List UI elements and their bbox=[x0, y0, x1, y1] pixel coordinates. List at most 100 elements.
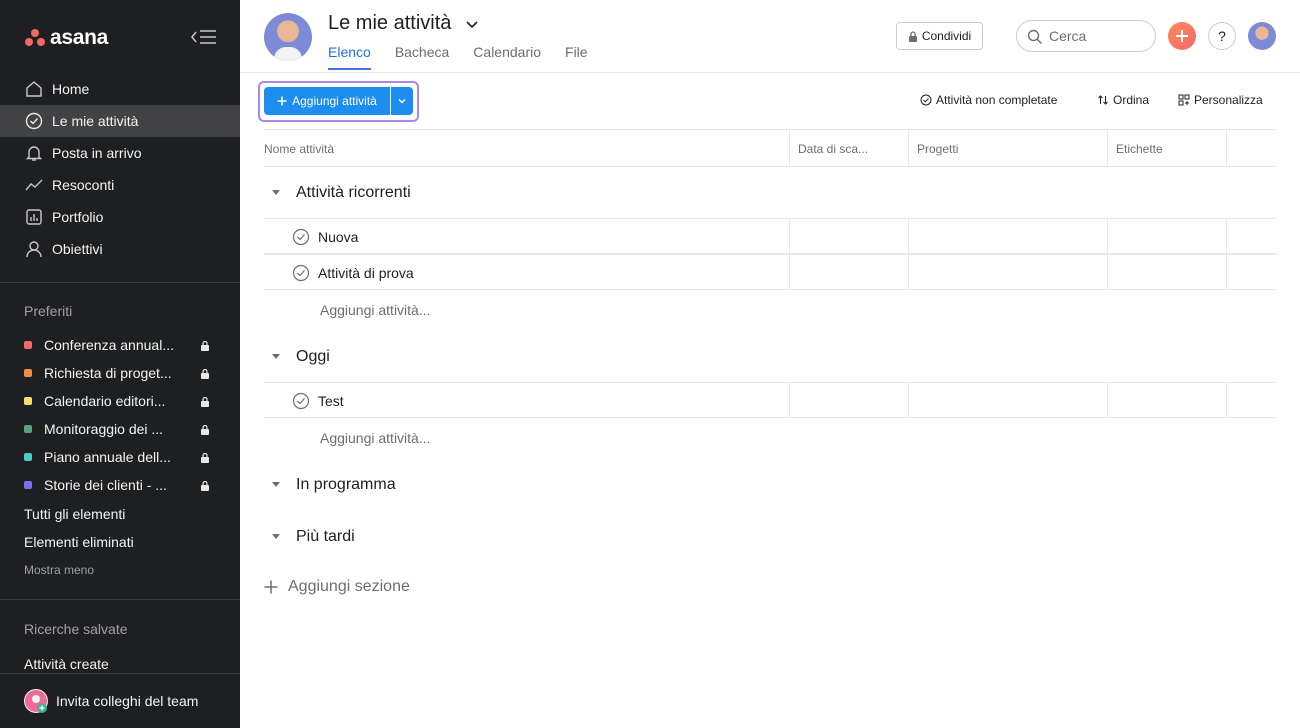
project-color-dot bbox=[24, 425, 32, 433]
projects-cell[interactable] bbox=[908, 383, 909, 418]
view-tabs: Elenco Bacheca Calendario File bbox=[328, 44, 612, 70]
deleted-items-link[interactable]: Elementi eliminati bbox=[24, 534, 134, 550]
favorites-heading: Preferiti bbox=[24, 303, 73, 319]
share-button[interactable]: Condividi bbox=[896, 22, 983, 50]
saved-search-item[interactable]: Attività create bbox=[24, 656, 109, 672]
triangle-down-icon[interactable] bbox=[264, 481, 288, 489]
favorite-project[interactable]: Conferenza annual... bbox=[0, 331, 240, 359]
tab-calendar[interactable]: Calendario bbox=[473, 44, 541, 70]
help-button[interactable]: ? bbox=[1208, 22, 1236, 50]
filter-label: Attività non completate bbox=[936, 93, 1058, 107]
all-items-link[interactable]: Tutti gli elementi bbox=[24, 506, 125, 522]
favorite-project[interactable]: Piano annuale dell... bbox=[0, 443, 240, 471]
due-date-cell[interactable] bbox=[789, 383, 790, 418]
column-header-due-date[interactable]: Data di sca... bbox=[789, 130, 908, 167]
tab-list[interactable]: Elenco bbox=[328, 44, 371, 70]
favorite-project[interactable]: Calendario editori... bbox=[0, 387, 240, 415]
projects-cell[interactable] bbox=[908, 255, 909, 290]
collapse-sidebar-icon[interactable] bbox=[190, 26, 218, 48]
column-header-task-name[interactable]: Nome attività bbox=[264, 130, 789, 167]
chevron-down-icon bbox=[398, 99, 406, 104]
invite-label: Invita colleghi del team bbox=[56, 693, 199, 709]
triangle-down-icon[interactable] bbox=[264, 533, 288, 541]
sidebar-nav: Home Le mie attività Posta in arrivo Res… bbox=[0, 73, 240, 265]
sidebar-item-my-tasks[interactable]: Le mie attività bbox=[0, 105, 240, 137]
asana-logo[interactable]: asana bbox=[24, 26, 108, 50]
sort-label: Ordina bbox=[1113, 93, 1150, 107]
invite-team-button[interactable]: Invita colleghi del team bbox=[0, 673, 240, 728]
filter-incomplete-button[interactable]: Attività non completate bbox=[920, 93, 1057, 107]
lock-icon bbox=[201, 453, 209, 463]
column-header-projects[interactable]: Progetti bbox=[908, 130, 1107, 167]
favorite-project[interactable]: Storie dei clienti - ... bbox=[0, 471, 240, 499]
projects-cell[interactable] bbox=[908, 219, 909, 254]
search-input[interactable]: Cerca bbox=[1016, 20, 1156, 52]
column-header-tags[interactable]: Etichette bbox=[1107, 130, 1226, 167]
tags-cell[interactable] bbox=[1107, 255, 1108, 290]
triangle-down-icon[interactable] bbox=[264, 189, 288, 197]
triangle-down-icon[interactable] bbox=[264, 353, 288, 361]
chart-line-icon bbox=[24, 175, 44, 195]
section-header[interactable]: Oggi bbox=[264, 348, 330, 366]
tags-cell[interactable] bbox=[1107, 383, 1108, 418]
extra-cell bbox=[1226, 383, 1227, 418]
tags-cell[interactable] bbox=[1107, 219, 1108, 254]
due-date-cell[interactable] bbox=[789, 255, 790, 290]
section-title: In programma bbox=[296, 476, 396, 493]
project-color-dot bbox=[24, 481, 32, 489]
check-circle-icon[interactable] bbox=[292, 228, 310, 246]
check-circle-icon[interactable] bbox=[292, 392, 310, 410]
add-task-inline[interactable]: Aggiungi attività... bbox=[320, 302, 431, 318]
section-header[interactable]: Più tardi bbox=[264, 528, 355, 546]
sidebar-item-reports[interactable]: Resoconti bbox=[0, 169, 240, 201]
table-row[interactable]: Test bbox=[264, 382, 1276, 418]
add-task-button[interactable]: Aggiungi attività bbox=[264, 87, 390, 115]
sidebar-item-home[interactable]: Home bbox=[0, 73, 240, 105]
task-name[interactable]: Nuova bbox=[292, 219, 358, 254]
tab-files[interactable]: File bbox=[565, 44, 588, 70]
section-header[interactable]: In programma bbox=[264, 476, 396, 494]
section-header[interactable]: Attività ricorrenti bbox=[264, 184, 411, 202]
task-name[interactable]: Test bbox=[292, 383, 344, 418]
sidebar-item-label: Posta in arrivo bbox=[52, 145, 142, 161]
sort-button[interactable]: Ordina bbox=[1097, 93, 1149, 107]
tab-board[interactable]: Bacheca bbox=[395, 44, 449, 70]
profile-avatar[interactable] bbox=[1248, 22, 1276, 50]
add-section-button[interactable]: Aggiungi sezione bbox=[264, 578, 410, 596]
page-title: Le mie attività bbox=[328, 12, 452, 34]
sidebar-item-label: Obiettivi bbox=[52, 241, 103, 257]
favorite-project[interactable]: Richiesta di proget... bbox=[0, 359, 240, 387]
lock-icon bbox=[201, 481, 209, 491]
project-color-dot bbox=[24, 397, 32, 405]
add-task-label: Aggiungi attività bbox=[292, 94, 377, 108]
add-task-dropdown[interactable] bbox=[391, 87, 413, 115]
favorite-project[interactable]: Monitoraggio dei ... bbox=[0, 415, 240, 443]
plus-icon bbox=[277, 96, 287, 106]
customize-button[interactable]: Personalizza bbox=[1178, 93, 1263, 107]
sidebar-item-label: Portfolio bbox=[52, 209, 104, 225]
invite-people-icon bbox=[24, 689, 48, 713]
favorite-project-label: Monitoraggio dei ... bbox=[44, 421, 164, 437]
sidebar: asana Home Le mie attività Posta in arri… bbox=[0, 0, 240, 728]
bar-chart-icon bbox=[24, 207, 44, 227]
sidebar-item-portfolio[interactable]: Portfolio bbox=[0, 201, 240, 233]
show-less-link[interactable]: Mostra meno bbox=[24, 563, 94, 577]
add-task-inline[interactable]: Aggiungi attività... bbox=[320, 430, 431, 446]
extra-cell bbox=[1226, 255, 1227, 290]
table-row[interactable]: Nuova bbox=[264, 218, 1276, 254]
add-section-label: Aggiungi sezione bbox=[288, 578, 410, 595]
check-circle-icon[interactable] bbox=[292, 264, 310, 282]
customize-grid-icon bbox=[1178, 94, 1190, 106]
search-icon bbox=[1027, 29, 1042, 44]
column-header-add[interactable] bbox=[1226, 130, 1276, 167]
table-row[interactable]: Attività di prova bbox=[264, 254, 1276, 290]
task-name[interactable]: Attività di prova bbox=[292, 255, 414, 290]
favorite-project-label: Piano annuale dell... bbox=[44, 449, 171, 465]
favorite-project-label: Conferenza annual... bbox=[44, 337, 174, 353]
sidebar-item-goals[interactable]: Obiettivi bbox=[0, 233, 240, 265]
project-color-dot bbox=[24, 369, 32, 377]
sidebar-item-inbox[interactable]: Posta in arrivo bbox=[0, 137, 240, 169]
quick-add-button[interactable] bbox=[1168, 22, 1196, 50]
due-date-cell[interactable] bbox=[789, 219, 790, 254]
chevron-down-icon[interactable] bbox=[464, 16, 480, 32]
